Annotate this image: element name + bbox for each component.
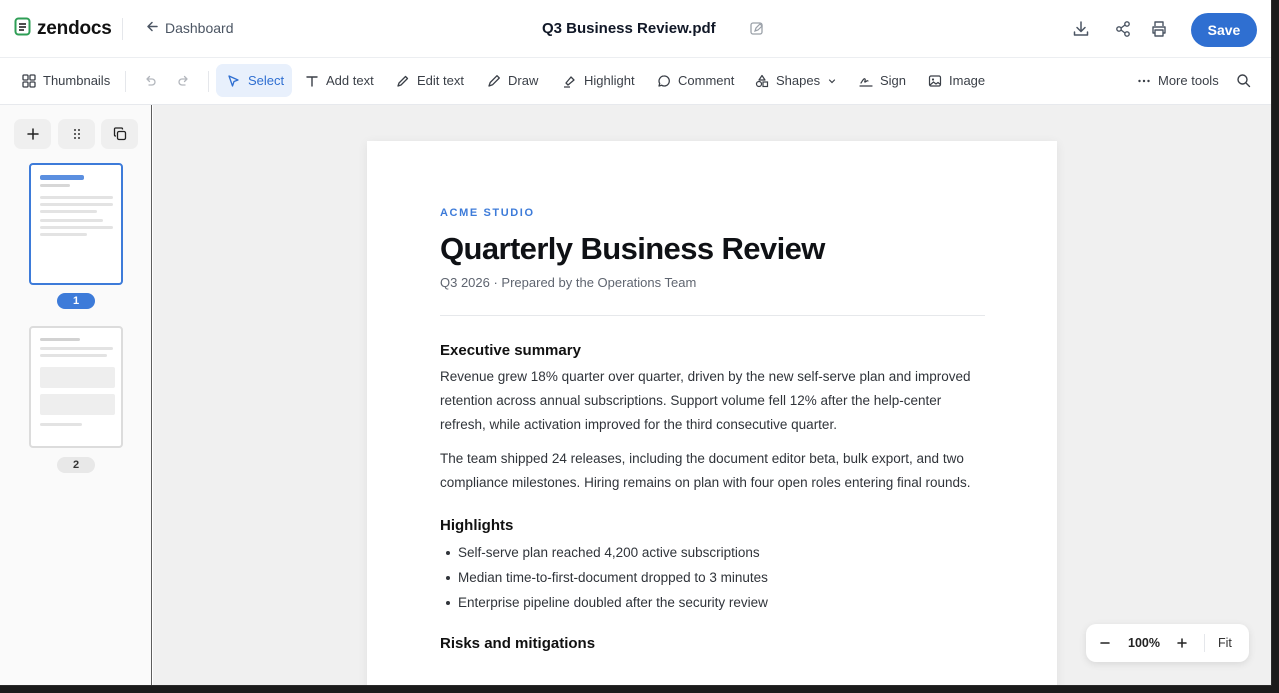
zendocs-logo-icon	[14, 17, 31, 41]
minus-icon	[1100, 642, 1110, 644]
list-item: Enterprise pipeline doubled after the se…	[440, 590, 985, 615]
section-heading: Risks and mitigations	[440, 635, 596, 652]
paragraph: The team shipped 24 releases, including …	[440, 451, 971, 490]
back-link-label: Dashboard	[165, 20, 234, 36]
app-window: zendocs Dashboard Q3 Business Review.pdf	[0, 0, 1272, 686]
paragraph: Revenue grew 18% quarter over quarter, d…	[440, 369, 971, 432]
pencil-icon	[397, 75, 409, 87]
select-label: Select	[248, 73, 285, 88]
comment-label: Comment	[678, 73, 735, 88]
plus-icon	[26, 128, 39, 140]
shapes-label: Shapes	[776, 73, 821, 88]
add-text-tool[interactable]: Add text	[295, 64, 384, 97]
add-text-label: Add text	[326, 73, 374, 88]
divider	[1204, 634, 1205, 652]
comment-bubble-icon	[658, 74, 670, 87]
document-canvas[interactable]: ACME STUDIO Quarterly Business Review Q3…	[153, 105, 1271, 685]
page-thumbnail-2[interactable]	[29, 326, 123, 448]
arrow-left-icon	[146, 20, 159, 36]
highlight-tool[interactable]: Highlight	[553, 64, 645, 97]
section-heading: Executive summary	[440, 342, 581, 359]
shapes-dropdown[interactable]: Shapes	[745, 64, 847, 97]
brand-name: zendocs	[37, 18, 112, 39]
page-thumbnails-sidebar: 1 2	[0, 105, 152, 685]
top-bar: zendocs Dashboard Q3 Business Review.pdf	[0, 0, 1271, 58]
undo-button[interactable]	[133, 64, 167, 97]
chevron-down-icon	[828, 78, 836, 83]
save-button[interactable]: Save	[1191, 13, 1257, 47]
text-icon	[306, 75, 318, 87]
search-icon	[1237, 74, 1251, 88]
image-label: Image	[949, 73, 986, 88]
undo-icon	[146, 75, 156, 86]
reorder-pages-button[interactable]	[58, 119, 95, 149]
divider	[122, 18, 123, 40]
download-icon	[1073, 21, 1089, 36]
divider	[125, 71, 126, 92]
grid-icon	[22, 73, 36, 88]
document-subtitle: Q3 2026 · Prepared by the Operations Tea…	[440, 275, 697, 290]
sign-label: Sign	[880, 73, 907, 88]
thumbnails-toggle[interactable]: Thumbnails	[12, 64, 120, 97]
zoom-control: 100% Fit	[1086, 624, 1249, 662]
zoom-in-button[interactable]	[1172, 633, 1192, 653]
redo-icon	[178, 75, 188, 86]
sign-tool[interactable]: Sign	[849, 64, 916, 97]
plus-icon	[1177, 638, 1187, 648]
draw-tool[interactable]: Draw	[477, 64, 548, 97]
edit-text-label: Edit text	[417, 73, 464, 88]
comment-tool[interactable]: Comment	[647, 64, 744, 97]
edit-text-tool[interactable]: Edit text	[386, 64, 474, 97]
document-page[interactable]: ACME STUDIO Quarterly Business Review Q3…	[367, 141, 1057, 685]
rename-document-button[interactable]	[748, 20, 766, 38]
organization-label: ACME STUDIO	[440, 207, 535, 219]
share-button[interactable]	[1113, 19, 1133, 39]
select-tool[interactable]: Select	[216, 64, 292, 97]
more-tools-button[interactable]: More tools	[1127, 64, 1229, 97]
page-number-badge[interactable]: 2	[57, 457, 95, 473]
page-content: ACME STUDIO Quarterly Business Review Q3…	[440, 207, 985, 652]
fit-to-page-button[interactable]: Fit	[1218, 636, 1232, 650]
divider	[208, 71, 209, 92]
duplicate-page-button[interactable]	[101, 119, 138, 149]
document-heading: Quarterly Business Review	[440, 231, 825, 266]
draw-label: Draw	[508, 73, 539, 88]
page-thumbnail-1[interactable]	[29, 163, 123, 285]
drag-handle-icon	[73, 129, 80, 139]
edit-icon	[750, 22, 763, 35]
cursor-arrow-icon	[228, 74, 239, 87]
printer-icon	[1152, 21, 1166, 37]
image-tool[interactable]: Image	[918, 64, 995, 97]
brand-logo[interactable]: zendocs	[14, 17, 112, 41]
add-page-button[interactable]	[14, 119, 51, 149]
share-icon	[1116, 21, 1130, 37]
copy-icon	[113, 127, 126, 141]
highlighter-icon	[564, 75, 575, 88]
search-button[interactable]	[1226, 64, 1261, 97]
more-tools-label: More tools	[1158, 73, 1219, 88]
redo-button[interactable]	[167, 64, 201, 97]
highlight-label: Highlight	[584, 73, 635, 88]
print-button[interactable]	[1149, 19, 1169, 39]
more-horizontal-icon	[1138, 79, 1150, 82]
list-item: Median time-to-first-document dropped to…	[440, 565, 985, 590]
highlights-list: Self-serve plan reached 4,200 active sub…	[440, 540, 985, 615]
zoom-out-button[interactable]	[1095, 633, 1115, 653]
page-number-badge[interactable]: 1	[57, 293, 95, 309]
thumbnails-label: Thumbnails	[43, 73, 111, 88]
zoom-level: 100%	[1128, 636, 1160, 650]
download-button[interactable]	[1071, 19, 1091, 39]
signature-icon	[859, 77, 873, 87]
pen-icon	[488, 74, 500, 87]
section-heading: Highlights	[440, 517, 514, 534]
editor-toolbar: Thumbnails Select Add text Edit text Dra…	[0, 58, 1271, 105]
image-icon	[928, 74, 942, 87]
document-title: Q3 Business Review.pdf	[542, 20, 716, 37]
shapes-icon	[755, 74, 769, 87]
divider	[440, 315, 985, 316]
list-item: Self-serve plan reached 4,200 active sub…	[440, 540, 985, 565]
back-to-dashboard-link[interactable]: Dashboard	[146, 20, 234, 36]
